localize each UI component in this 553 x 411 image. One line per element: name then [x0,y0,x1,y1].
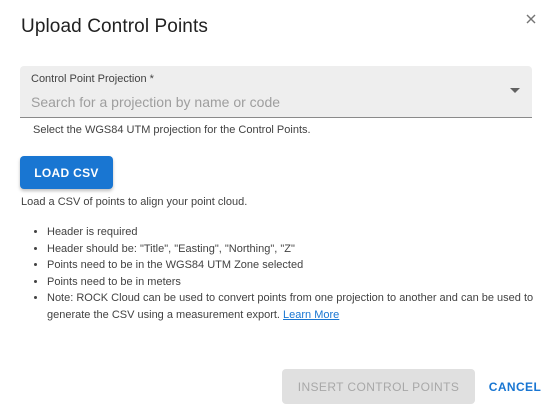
load-csv-button[interactable]: LOAD CSV [20,156,113,189]
requirements-list: Header is required Header should be: "Ti… [47,224,537,323]
list-item: Points need to be in meters [47,274,537,291]
projection-search-input[interactable] [31,92,491,112]
list-item: Note: ROCK Cloud can be used to convert … [47,290,537,323]
projection-hint: Select the WGS84 UTM projection for the … [33,124,311,136]
list-item: Header should be: "Title", "Easting", "N… [47,241,537,258]
chevron-down-icon[interactable] [510,88,520,93]
insert-control-points-button[interactable]: INSERT CONTROL POINTS [282,369,475,404]
load-csv-description: Load a CSV of points to align your point… [21,196,248,208]
requirement-text: Points need to be in the WGS84 UTM Zone … [47,259,304,271]
requirement-text: Points need to be in meters [47,275,181,288]
cancel-button[interactable]: CANCEL [483,369,547,404]
upload-control-points-dialog: Upload Control Points Control Point Proj… [0,0,553,411]
list-item: Header is required [47,224,537,241]
learn-more-link[interactable]: Learn More [283,309,339,321]
requirement-text: Header should be: "Title", "Easting", "N… [47,242,295,255]
list-item: Points need to be in the WGS84 UTM Zone … [47,257,537,274]
projection-select[interactable]: Control Point Projection * [20,66,532,118]
requirement-text: Header is required [47,226,138,238]
dialog-title: Upload Control Points [21,16,208,37]
projection-field-label: Control Point Projection * [31,73,154,85]
close-icon[interactable] [523,11,539,27]
